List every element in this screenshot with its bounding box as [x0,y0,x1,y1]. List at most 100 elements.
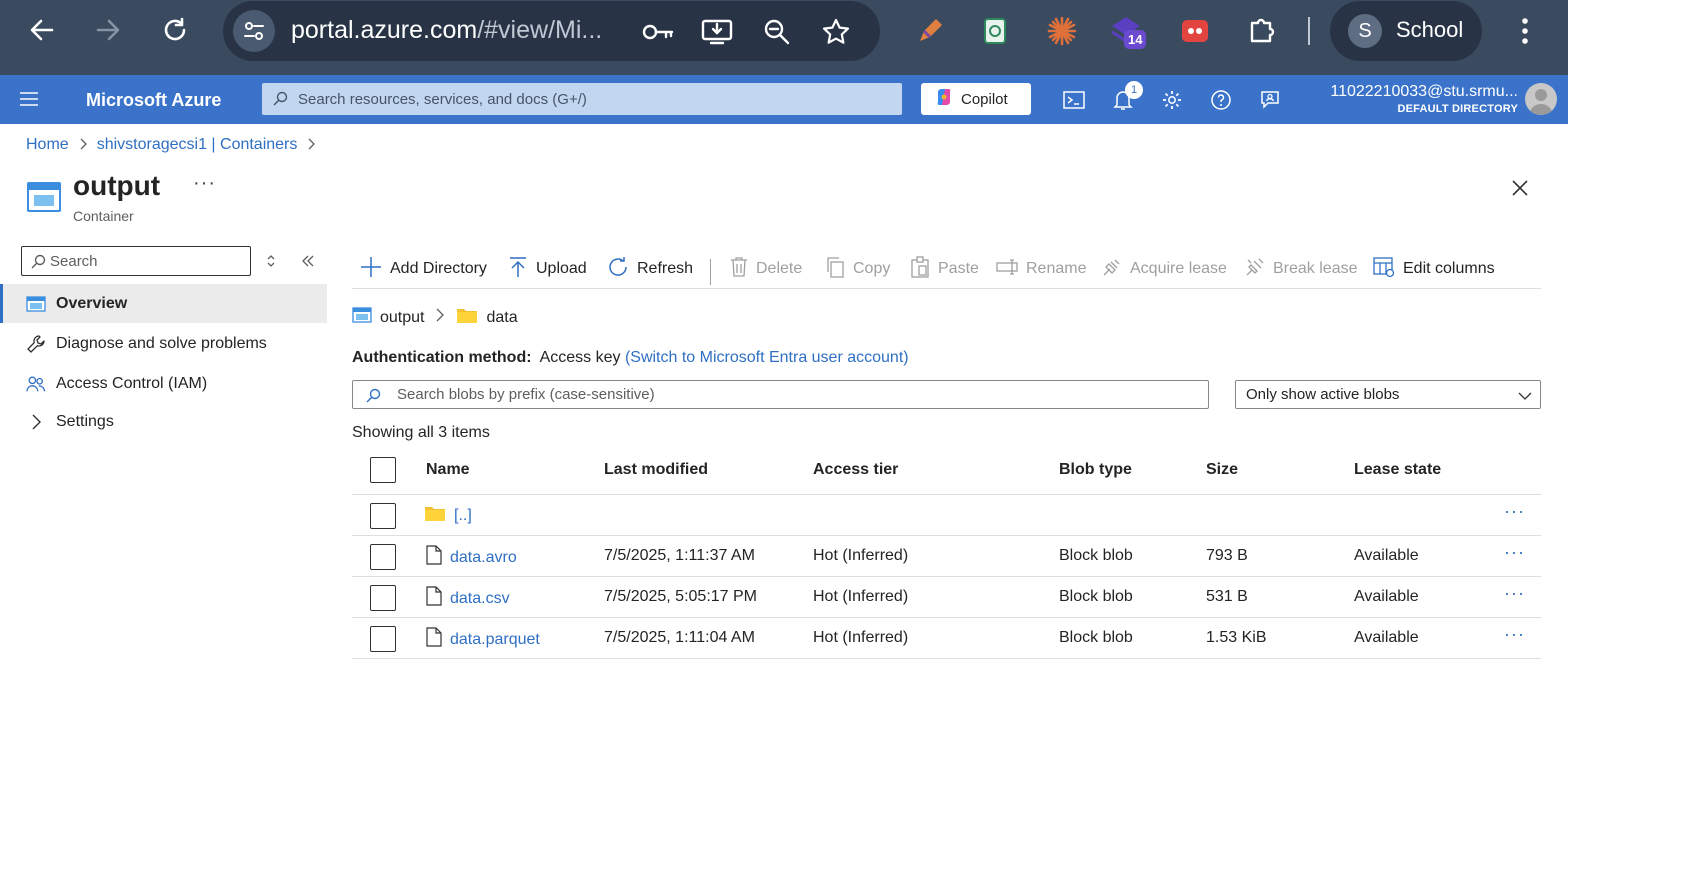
row-more-button[interactable]: ··· [1504,542,1528,562]
stack-extension-icon[interactable]: 14 [1110,14,1147,49]
toolbar-divider [710,259,711,285]
account-avatar[interactable] [1525,83,1557,115]
acquire-lease-button[interactable]: Acquire lease [1102,251,1227,287]
select-all-checkbox[interactable] [370,457,396,483]
azure-brand[interactable]: Microsoft Azure [86,90,221,111]
record-extension-icon[interactable] [1178,14,1212,48]
nav-sort-icon[interactable] [261,252,281,270]
row-checkbox[interactable] [370,544,396,570]
copilot-label: Copilot [961,90,1008,108]
account-info[interactable]: 11022210033@stu.srmu... DEFAULT DIRECTOR… [1290,83,1518,115]
edit-columns-button[interactable]: Edit columns [1373,251,1495,287]
portal-menu-icon[interactable] [18,89,40,114]
nav-item-overview[interactable]: Overview [0,284,327,323]
forward-icon[interactable] [90,12,126,48]
plus-icon [360,256,382,283]
pen-extension-icon[interactable] [913,14,947,48]
address-bar[interactable]: portal.azure.com/#view/Mi... [223,1,880,61]
nav-item-iam[interactable]: Access Control (IAM) [0,364,327,403]
site-settings-icon[interactable] [233,10,275,52]
row-checkbox[interactable] [370,626,396,652]
delete-button[interactable]: Delete [730,251,802,287]
blob-name-link[interactable]: data.csv [450,590,510,608]
bookmark-star-icon[interactable] [819,15,853,49]
back-icon[interactable] [24,12,60,48]
blob-name-link[interactable]: data.avro [450,549,517,567]
zoom-icon[interactable] [760,15,794,49]
size-cell: 1.53 KiB [1206,629,1267,646]
column-header-name[interactable]: Name [426,461,470,479]
row-checkbox[interactable] [370,585,396,611]
column-header-size[interactable]: Size [1206,461,1238,479]
container-icon [26,294,46,314]
feedback-icon[interactable] [1257,87,1283,113]
install-app-icon[interactable] [700,15,734,49]
settings-gear-icon[interactable] [1159,87,1185,113]
nav-item-label: Diagnose and solve problems [56,334,267,352]
type-cell: Block blob [1059,547,1133,564]
table-row[interactable]: [..] ··· [352,495,1541,536]
row-more-button[interactable]: ··· [1504,624,1528,644]
collapse-nav-icon[interactable] [298,252,318,270]
paste-label: Paste [938,260,979,277]
name-cell: data.avro [426,545,517,570]
copilot-button[interactable]: Copilot [921,83,1031,115]
reload-icon[interactable] [157,12,193,48]
chatgpt-extension-icon[interactable] [978,14,1012,48]
column-header-tier[interactable]: Access tier [813,461,898,479]
close-icon[interactable] [1508,176,1532,200]
blob-name-link[interactable]: data.parquet [450,631,540,649]
browser-menu-icon[interactable] [1510,14,1540,48]
copy-button[interactable]: Copy [825,251,890,287]
breadcrumb-containers[interactable]: shivstoragecsi1 | Containers [97,136,298,154]
upload-button[interactable]: Upload [508,251,587,287]
auth-method: Authentication method: Access key (Switc… [352,349,909,367]
table-header: Name Last modified Access tier Blob type… [352,450,1541,495]
more-actions-button[interactable]: ··· [193,172,216,195]
path-folder[interactable]: data [486,309,517,327]
add-directory-button[interactable]: Add Directory [360,251,487,287]
nav-item-settings[interactable]: Settings [0,402,327,441]
page-title: output [73,170,161,201]
profile-button[interactable]: S School [1330,1,1482,61]
nav-item-diagnose[interactable]: Diagnose and solve problems [0,324,327,363]
breadcrumb-home[interactable]: Home [26,136,69,154]
cloud-shell-icon[interactable] [1061,87,1087,113]
asterisk-extension-icon[interactable] [1045,14,1079,48]
column-header-type[interactable]: Blob type [1059,461,1132,479]
row-checkbox[interactable] [370,503,396,529]
column-header-lease[interactable]: Lease state [1354,461,1441,479]
paste-button[interactable]: Paste [910,251,979,287]
break-lease-button[interactable]: Break lease [1245,251,1358,287]
rename-button[interactable]: Rename [996,251,1086,287]
blob-filter-dropdown[interactable]: Only show active blobs [1235,380,1541,409]
row-more-button[interactable]: ··· [1504,583,1528,603]
help-icon[interactable] [1208,87,1234,113]
column-header-modified[interactable]: Last modified [604,461,708,479]
row-more-button[interactable]: ··· [1504,501,1528,521]
file-icon [426,586,442,611]
table-row[interactable]: data.avro 7/5/2025, 1:11:37 AM Hot (Infe… [352,536,1541,577]
notifications-bell-icon[interactable]: 1 [1110,81,1143,113]
file-icon [426,545,442,570]
table-row[interactable]: data.parquet 7/5/2025, 1:11:04 AM Hot (I… [352,618,1541,659]
breadcrumb-chevron-icon [79,137,87,153]
refresh-button[interactable]: Refresh [607,251,693,287]
path-container[interactable]: output [380,309,424,327]
key-icon[interactable] [641,15,675,49]
profile-avatar: S [1348,14,1382,48]
tier-cell: Hot (Inferred) [813,629,909,646]
blob-search-input[interactable] [397,381,1197,408]
switch-auth-link[interactable]: (Switch to Microsoft Entra user account) [625,349,909,366]
trash-icon [730,256,748,283]
global-search[interactable] [262,83,902,115]
table-row[interactable]: data.csv 7/5/2025, 5:05:17 PM Hot (Infer… [352,577,1541,618]
nav-search[interactable] [21,246,251,276]
blob-search[interactable] [352,380,1209,409]
nav-item-label: Overview [56,294,128,312]
extensions-puzzle-icon[interactable] [1245,14,1279,48]
parent-folder-link[interactable]: [..] [454,507,472,525]
global-search-input[interactable] [298,83,888,115]
tier-cell: Hot (Inferred) [813,547,909,564]
nav-search-input[interactable] [50,247,246,275]
